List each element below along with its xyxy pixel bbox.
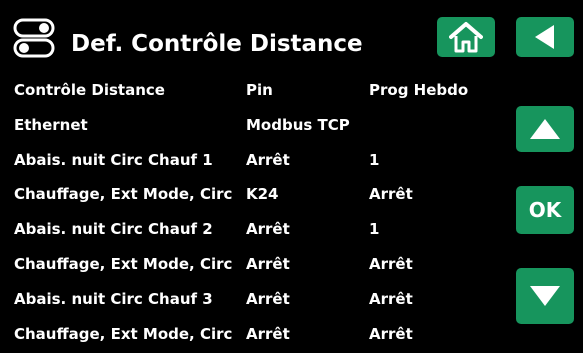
table-row[interactable]: Contrôle Distance Pin Prog Hebdo — [14, 75, 504, 110]
setting-value-2[interactable]: Prog Hebdo — [369, 75, 504, 105]
setting-value[interactable]: Modbus TCP — [246, 110, 369, 140]
table-row[interactable]: Chauffage, Ext Mode, Circ Arrêt Arrêt — [14, 319, 504, 353]
back-button[interactable] — [516, 17, 574, 57]
table-row[interactable]: Abais. nuit Circ Chauf 2 Arrêt 1 — [14, 214, 504, 249]
setting-name: Ethernet — [14, 115, 88, 134]
table-row[interactable]: Abais. nuit Circ Chauf 1 Arrêt 1 — [14, 145, 504, 180]
scroll-down-button[interactable] — [516, 268, 574, 324]
setting-value-2[interactable]: 1 — [369, 145, 504, 175]
down-arrow-icon — [530, 286, 560, 306]
page-title: Def. Contrôle Distance — [71, 31, 363, 57]
setting-value[interactable]: Arrêt — [246, 145, 369, 175]
setting-value[interactable]: Arrêt — [246, 284, 369, 314]
remote-control-toggle-icon — [13, 18, 55, 58]
setting-value-2[interactable]: Arrêt — [369, 249, 504, 279]
ok-button-label: OK — [528, 198, 562, 222]
back-arrow-icon — [535, 25, 554, 49]
setting-name: Abais. nuit Circ Chauf 2 — [14, 220, 213, 239]
setting-value-2[interactable]: 1 — [369, 214, 504, 244]
setting-value[interactable]: Arrêt — [246, 249, 369, 279]
home-icon — [449, 22, 483, 53]
setting-value-2[interactable]: Arrêt — [369, 284, 504, 314]
setting-value[interactable]: Pin — [246, 75, 369, 105]
setting-name: Chauffage, Ext Mode, Circ — [14, 324, 233, 343]
setting-value[interactable]: Arrêt — [246, 319, 369, 349]
setting-name: Chauffage, Ext Mode, Circ — [14, 254, 233, 273]
table-row[interactable]: Ethernet Modbus TCP — [14, 110, 504, 145]
ok-button[interactable]: OK — [516, 186, 574, 234]
table-row[interactable]: Chauffage, Ext Mode, Circ K24 Arrêt — [14, 179, 504, 214]
table-row[interactable]: Abais. nuit Circ Chauf 3 Arrêt Arrêt — [14, 284, 504, 319]
setting-name: Abais. nuit Circ Chauf 1 — [14, 150, 213, 169]
setting-value[interactable]: K24 — [246, 179, 369, 209]
setting-name: Chauffage, Ext Mode, Circ — [14, 185, 233, 204]
setting-value-2[interactable]: Arrêt — [369, 179, 504, 209]
setting-name: Contrôle Distance — [14, 81, 165, 99]
table-row[interactable]: Chauffage, Ext Mode, Circ Arrêt Arrêt — [14, 249, 504, 284]
settings-table: Contrôle Distance Pin Prog Hebdo Etherne… — [14, 75, 504, 353]
setting-value-2[interactable]: Arrêt — [369, 319, 504, 349]
up-arrow-icon — [530, 119, 560, 139]
home-button[interactable] — [437, 17, 495, 57]
setting-value[interactable]: Arrêt — [246, 214, 369, 244]
scroll-up-button[interactable] — [516, 106, 574, 152]
setting-name: Abais. nuit Circ Chauf 3 — [14, 289, 213, 308]
